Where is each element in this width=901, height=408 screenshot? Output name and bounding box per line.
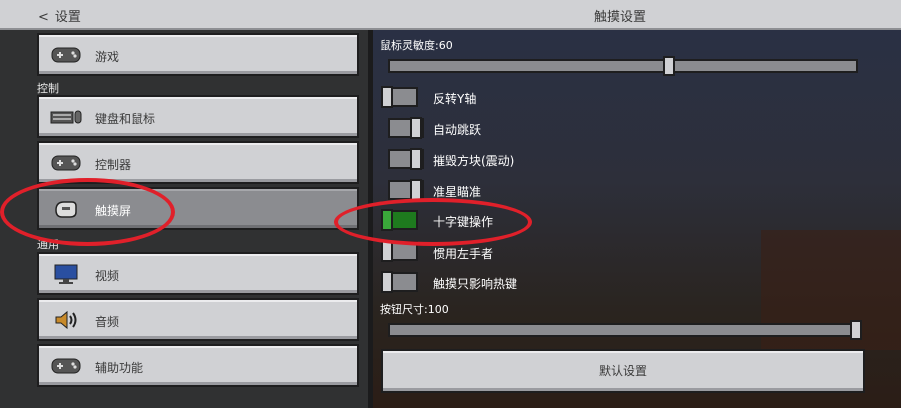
sidebar-item-label: 控制器 [95,158,132,172]
mouse-sensitivity-label: 鼠标灵敏度:60 [380,39,453,52]
monitor-icon [49,263,83,285]
sidebar-item-label: 键盘和鼠标 [95,112,156,126]
toggle-knob [410,117,422,139]
toggle-knob [410,148,422,170]
sidebar-item-video[interactable]: 视频 [37,252,359,295]
sidebar-item-keyboard-mouse[interactable]: 键盘和鼠标 [37,95,359,138]
sidebar-item-label: 视频 [95,269,120,283]
toggle-invert-y[interactable] [381,86,418,108]
back-button[interactable]: < 设置 [38,6,81,25]
sidebar-item-label: 音频 [95,315,120,329]
back-label: 设置 [54,10,81,25]
reset-defaults-button[interactable]: 默认设置 [381,349,865,393]
controller-icon [49,152,83,174]
toggle-touch-hotbar-only[interactable] [381,271,418,293]
annotation-circle-dpad [334,198,532,246]
gamepad-icon [49,44,83,66]
button-size-thumb[interactable] [850,320,862,340]
page-title: 触摸设置 [593,10,646,25]
sidebar-item-accessibility[interactable]: 辅助功能 [37,344,359,387]
top-bar: < 设置 触摸设置 [0,0,901,30]
chevron-left-icon: < [38,10,49,25]
toggle-auto-jump[interactable] [388,117,424,139]
toggle-label: 反转Y轴 [433,92,477,106]
toggle-knob [381,86,393,108]
toggle-label: 触摸只影响热键 [433,277,518,291]
annotation-circle-touchscreen [0,178,175,246]
toggle-destroy-vibration[interactable] [388,148,424,170]
sidebar-item-label: 游戏 [95,50,120,64]
accessibility-controller-icon [49,355,83,377]
toggle-label: 惯用左手者 [433,247,494,261]
sidebar-item-label: 辅助功能 [95,361,144,375]
toggle-knob [381,271,393,293]
mouse-sensitivity-slider[interactable] [388,59,858,73]
sidebar-item-game[interactable]: 游戏 [37,33,359,76]
button-size-label: 按钮尺寸:100 [380,303,449,316]
toggle-label: 自动跳跃 [433,123,482,137]
mouse-sensitivity-thumb[interactable] [663,56,675,76]
sidebar-item-audio[interactable]: 音频 [37,298,359,341]
toggle-crosshair-aim[interactable] [388,179,424,201]
speaker-icon [49,309,83,331]
section-label-control: 控制 [37,82,59,95]
button-size-slider[interactable] [388,323,862,337]
toggle-label: 摧毁方块(震动) [433,154,515,168]
keyboard-icon [49,106,83,128]
